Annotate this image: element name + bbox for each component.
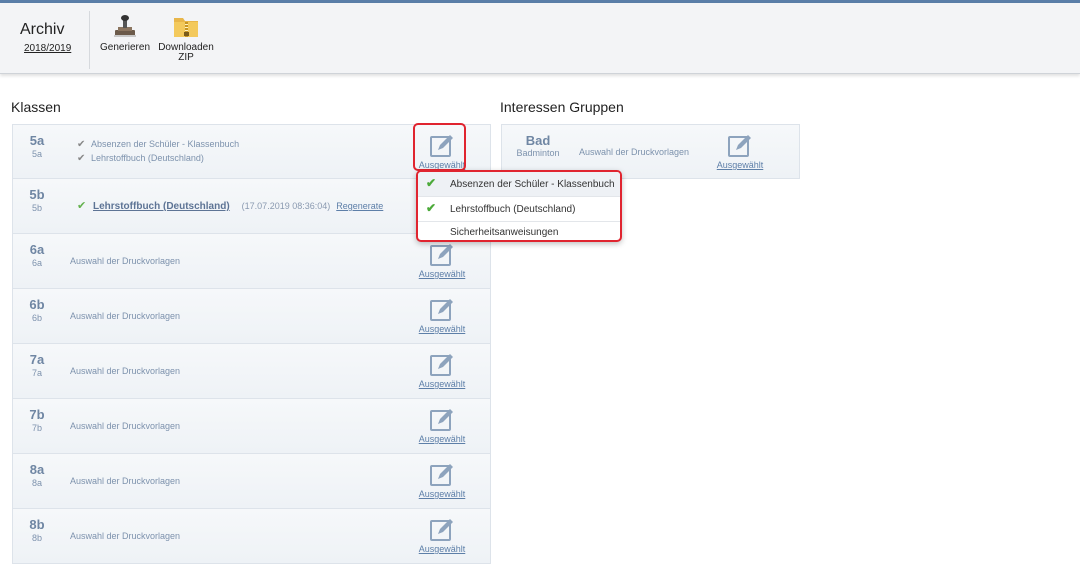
interest-groups-section-title: Interessen Gruppen (500, 99, 624, 115)
class-subname: 5a (31, 149, 42, 159)
class-subname: 7a (31, 368, 42, 378)
edit-icon (430, 354, 453, 376)
select-templates-button[interactable]: Ausgewählt (417, 517, 467, 554)
selected-doc-line: ✔ Lehrstoffbuch (Deutschland) (77, 153, 204, 164)
dropdown-item-absenzen[interactable]: ✔ Absenzen der Schüler - Klassenbuch (418, 172, 620, 197)
class-subname: 6a (31, 258, 42, 268)
group-subname: Badminton (516, 148, 560, 158)
download-label-line2: ZIP (178, 52, 194, 63)
dropdown-item-lehrstoffbuch[interactable]: ✔ Lehrstoffbuch (Deutschland) (418, 197, 620, 222)
generate-label: Generieren (99, 42, 151, 53)
edit-icon (430, 464, 453, 486)
class-name: 5b (29, 187, 45, 202)
check-icon: ✔ (77, 139, 86, 150)
edit-button-highlight (413, 123, 466, 171)
class-subname: 6b (31, 313, 42, 323)
class-subname: 8a (31, 478, 42, 488)
toolbar-divider (89, 11, 90, 69)
class-name: 7b (29, 407, 45, 422)
dropdown-item-label: Lehrstoffbuch (Deutschland) (450, 204, 576, 215)
page-title: Archiv (20, 21, 65, 38)
select-templates-link[interactable]: Auswahl der Druckvorlagen (70, 531, 180, 541)
class-name: 6a (29, 242, 45, 257)
generated-doc-line: ✔ Lehrstoffbuch (Deutschland) (17.07.2019 … (77, 199, 383, 212)
class-row-6b: 6b 6b Auswahl der Druckvorlagen Ausgewäh… (12, 289, 491, 344)
selected-doc-label: Absenzen der Schüler - Klassenbuch (91, 139, 240, 149)
stamp-icon (114, 15, 136, 37)
select-templates-button[interactable]: Ausgewählt (417, 407, 467, 444)
select-templates-link[interactable]: Auswahl der Druckvorlagen (70, 476, 180, 486)
select-templates-button[interactable]: Ausgewählt (417, 297, 467, 334)
edit-icon (430, 519, 453, 541)
select-templates-button[interactable]: Ausgewählt (417, 242, 467, 279)
class-name: 7a (29, 352, 45, 367)
select-templates-link[interactable]: Auswahl der Druckvorlagen (70, 311, 180, 321)
select-templates-button[interactable]: Ausgewählt (417, 462, 467, 499)
dropdown-item-sicherheitsanweisungen[interactable]: Sicherheitsanweisungen (418, 222, 620, 240)
check-icon: ✔ (426, 201, 437, 215)
class-name: 6b (29, 297, 45, 312)
generate-button[interactable]: Generieren (99, 13, 151, 53)
class-row-6a: 6a 6a Auswahl der Druckvorlagen Ausgewäh… (12, 234, 491, 289)
selected-label: Ausgewählt (418, 434, 466, 444)
class-row-7a: 7a 7a Auswahl der Druckvorlagen Ausgewäh… (12, 344, 491, 399)
generated-doc-link[interactable]: Lehrstoffbuch (Deutschland) (93, 201, 230, 212)
select-templates-link[interactable]: Auswahl der Druckvorlagen (70, 366, 180, 376)
class-subname: 8b (31, 533, 42, 543)
edit-icon (430, 244, 453, 266)
dropdown-item-label: Absenzen der Schüler - Klassenbuch (450, 179, 615, 190)
check-icon: ✔ (77, 153, 86, 164)
select-templates-link[interactable]: Auswahl der Druckvorlagen (70, 256, 180, 266)
class-subname: 7b (31, 423, 42, 433)
edit-icon (728, 135, 751, 157)
class-row-8b: 8b 8b Auswahl der Druckvorlagen Ausgewäh… (12, 509, 491, 564)
selected-label: Ausgewählt (418, 544, 466, 554)
generated-timestamp: (17.07.2019 08:36:04) (241, 201, 331, 211)
check-icon: ✔ (426, 176, 437, 190)
class-name: 5a (29, 133, 45, 148)
select-templates-link[interactable]: Auswahl der Druckvorlagen (70, 421, 180, 431)
selected-doc-line: ✔ Absenzen der Schüler - Klassenbuch (77, 139, 239, 150)
download-zip-button[interactable]: Downloaden ZIP (156, 13, 216, 63)
dropdown-item-label: Sicherheitsanweisungen (450, 227, 559, 238)
edit-icon (430, 409, 453, 431)
selected-label: Ausgewählt (716, 160, 764, 170)
group-name: Bad (525, 133, 551, 148)
selected-label: Ausgewählt (418, 324, 466, 334)
toolbar: Archiv 2018/2019 Generieren Downloaden Z… (0, 3, 1080, 74)
class-row-7b: 7b 7b Auswahl der Druckvorlagen Ausgewäh… (12, 399, 491, 454)
selected-label: Ausgewählt (418, 269, 466, 279)
selected-label: Ausgewählt (418, 379, 466, 389)
select-templates-button[interactable]: Ausgewählt (417, 352, 467, 389)
check-icon: ✔ (77, 200, 87, 212)
template-dropdown: ✔ Absenzen der Schüler - Klassenbuch ✔ Leh… (416, 170, 622, 242)
select-templates-button[interactable]: Ausgewählt (715, 133, 765, 170)
school-year-link[interactable]: 2018/2019 (24, 43, 71, 54)
edit-icon (430, 299, 453, 321)
class-row-8a: 8a 8a Auswahl der Druckvorlagen Ausgewäh… (12, 454, 491, 509)
selected-doc-label: Lehrstoffbuch (Deutschland) (91, 153, 204, 163)
class-name: 8b (29, 517, 45, 532)
class-name: 8a (29, 462, 45, 477)
klassen-section-title: Klassen (11, 99, 61, 115)
select-templates-link[interactable]: Auswahl der Druckvorlagen (579, 147, 689, 157)
regenerate-link[interactable]: Regenerate (336, 201, 383, 211)
selected-label: Ausgewählt (418, 489, 466, 499)
class-subname: 5b (31, 203, 42, 213)
zip-folder-icon (174, 18, 198, 37)
